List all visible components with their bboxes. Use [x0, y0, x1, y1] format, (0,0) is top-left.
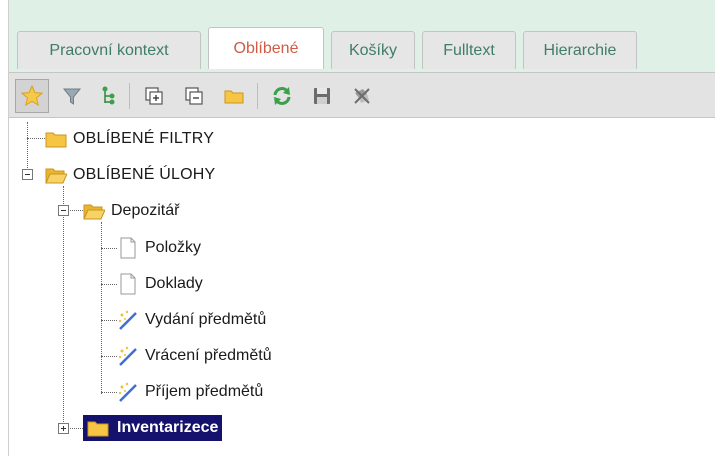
tree-node-receipt[interactable]: Příjem předmětů	[117, 379, 263, 405]
toolbar-separator	[257, 83, 258, 109]
favorites-panel: Pracovní kontext Oblíbené Košíky Fulltex…	[8, 0, 715, 456]
tab-strip: Pracovní kontext Oblíbené Košíky Fulltex…	[9, 0, 715, 72]
favorites-button[interactable]	[15, 79, 49, 113]
refresh-button[interactable]	[265, 79, 299, 113]
document-icon	[117, 273, 139, 295]
save-icon	[314, 88, 330, 104]
favorites-tree: OBLÍBENÉ FILTRY OBLÍBENÉ ÚLOHY Depozitář…	[9, 118, 715, 456]
tree-node-inventory[interactable]: Inventarizece	[83, 415, 223, 441]
tree-connector	[27, 138, 45, 139]
remove-button[interactable]	[345, 79, 379, 113]
tab-list: Pracovní kontext Oblíbené Košíky Fulltex…	[17, 27, 644, 69]
tree-connector	[101, 320, 117, 321]
collapse-toggle[interactable]	[22, 169, 33, 180]
tab-baskets[interactable]: Košíky	[331, 31, 415, 69]
tree-node-label: Vydání předmětů	[145, 311, 267, 328]
tree-node-favorite-filters[interactable]: OBLÍBENÉ FILTRY	[45, 126, 214, 152]
expand-all-button[interactable]	[137, 79, 171, 113]
document-icon	[117, 237, 139, 259]
magic-wand-icon	[117, 309, 139, 331]
filter-icon	[62, 88, 82, 105]
tab-fulltext[interactable]: Fulltext	[422, 31, 516, 69]
folder-icon	[45, 128, 67, 150]
tree-connector	[27, 122, 28, 176]
folder-icon	[87, 417, 109, 439]
collapse-all-button[interactable]	[177, 79, 211, 113]
remove-icon	[354, 88, 370, 104]
tree-node-label: Vrácení předmětů	[145, 347, 272, 364]
tree-node-label: Příjem předmětů	[145, 383, 264, 400]
tab-work-context[interactable]: Pracovní kontext	[17, 31, 201, 69]
tree-node-label: Doklady	[145, 275, 203, 292]
tree-node-issue[interactable]: Vydání předmětů	[117, 307, 266, 333]
collapse-all-icon	[185, 87, 203, 105]
tree-node-label: OBLÍBENÉ FILTRY	[73, 130, 215, 147]
tree-connector	[101, 284, 117, 285]
tab-favorites[interactable]: Oblíbené	[208, 27, 324, 69]
magic-wand-icon	[117, 381, 139, 403]
toolbar	[9, 72, 715, 118]
magic-wand-icon	[117, 345, 139, 367]
refresh-icon	[273, 87, 291, 105]
tree-node-favorite-tasks[interactable]: OBLÍBENÉ ÚLOHY	[45, 162, 215, 188]
tree-node-label: OBLÍBENÉ ÚLOHY	[73, 166, 216, 183]
filter-button[interactable]	[55, 79, 89, 113]
folder-icon	[224, 90, 244, 104]
collapse-toggle[interactable]	[58, 205, 69, 216]
new-folder-button[interactable]	[217, 79, 251, 113]
open-folder-icon	[45, 164, 67, 186]
tree-node-label: Položky	[145, 239, 202, 256]
tree-connector	[101, 392, 117, 393]
tree-connector	[63, 186, 64, 430]
star-icon	[20, 84, 44, 107]
tree-connector	[101, 356, 117, 357]
tree-node-depository[interactable]: Depozitář	[83, 198, 179, 224]
expand-all-icon	[145, 87, 163, 105]
expand-toggle[interactable]	[58, 423, 69, 434]
tab-hierarchy[interactable]: Hierarchie	[523, 31, 637, 69]
tree-structure-icon	[102, 86, 115, 105]
tree-node-documents[interactable]: Doklady	[117, 271, 203, 297]
tree-node-label: Depozitář	[111, 202, 180, 219]
open-folder-icon	[83, 200, 105, 222]
tree-node-return[interactable]: Vrácení předmětů	[117, 343, 272, 369]
tree-node-label: Inventarizece	[113, 417, 223, 439]
tree-structure-button[interactable]	[91, 79, 125, 113]
save-button[interactable]	[305, 79, 339, 113]
tree-node-items[interactable]: Položky	[117, 235, 201, 261]
tree-connector	[101, 248, 117, 249]
toolbar-separator	[129, 83, 130, 109]
